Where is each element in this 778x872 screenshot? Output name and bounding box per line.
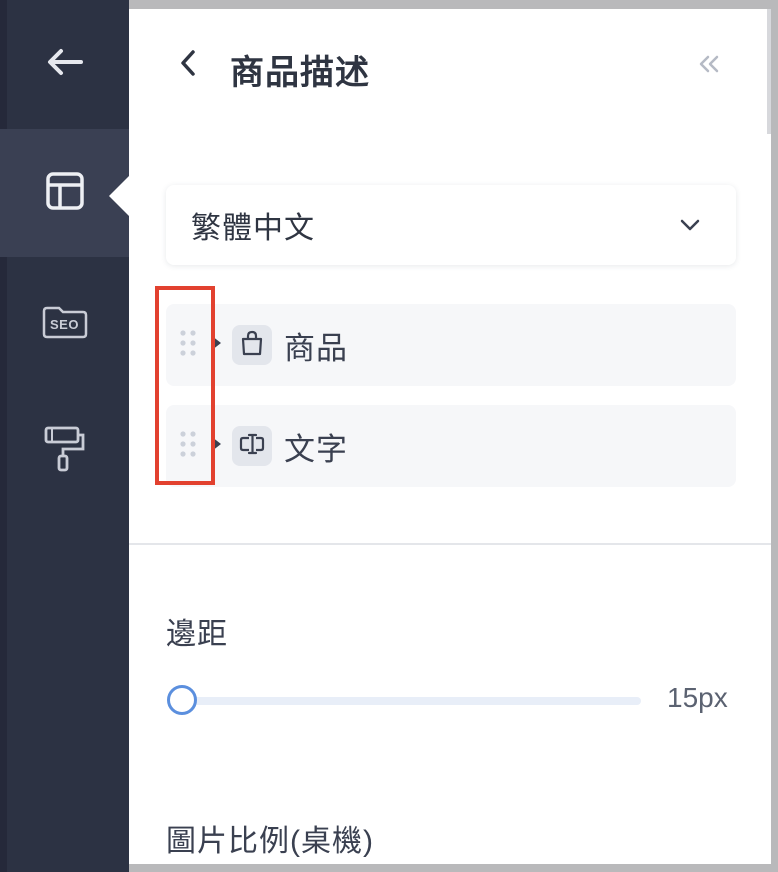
- shopping-bag-icon: [240, 330, 264, 361]
- block-label: 文字: [284, 431, 348, 467]
- margin-slider-track[interactable]: [169, 697, 641, 705]
- text-field-icon: [239, 433, 265, 460]
- seo-label: SEO: [50, 317, 79, 332]
- paint-roller-icon: [43, 424, 87, 479]
- settings-panel: 商品描述 繁體中文 商品 文字 邊距 15px 圖片比例(桌機): [129, 9, 771, 864]
- block-row-text[interactable]: 文字: [166, 405, 736, 487]
- collapse-panel-button[interactable]: [694, 51, 724, 81]
- panel-back-button[interactable]: [173, 49, 203, 81]
- block-icon: [232, 426, 272, 466]
- chevron-down-icon: [680, 219, 700, 231]
- page-title: 商品描述: [230, 54, 370, 92]
- expand-caret[interactable]: [210, 436, 230, 457]
- language-select[interactable]: 繁體中文: [166, 185, 736, 265]
- sidebar-item-seo[interactable]: SEO: [0, 258, 129, 386]
- margin-value: 15px: [667, 682, 728, 713]
- block-row-product[interactable]: 商品: [166, 304, 736, 386]
- chevron-left-icon: [179, 49, 197, 82]
- section-divider: [129, 543, 771, 545]
- margin-label: 邊距: [166, 618, 228, 651]
- arrow-left-icon: [45, 47, 85, 82]
- block-icon: [232, 325, 272, 365]
- margin-slider-thumb[interactable]: [167, 685, 197, 715]
- window-frame-right: [771, 0, 778, 872]
- image-ratio-label: 圖片比例(桌機): [166, 825, 374, 858]
- sidebar: SEO: [0, 0, 129, 872]
- drag-dots-icon: [180, 430, 196, 462]
- drag-dots-icon: [180, 329, 196, 361]
- block-label: 商品: [284, 330, 348, 366]
- drag-handle[interactable]: [166, 405, 210, 487]
- back-button[interactable]: [0, 0, 129, 128]
- layout-icon: [45, 171, 84, 215]
- double-chevron-left-icon: [698, 54, 720, 79]
- seo-folder-icon: SEO: [42, 305, 88, 339]
- caret-right-icon: [210, 436, 222, 457]
- caret-right-icon: [210, 335, 222, 356]
- drag-handle[interactable]: [166, 304, 210, 386]
- active-nav-pointer: [109, 176, 129, 216]
- panel-scrollbar[interactable]: [767, 9, 771, 134]
- language-select-value: 繁體中文: [191, 212, 315, 245]
- expand-caret[interactable]: [210, 335, 230, 356]
- sidebar-item-theme[interactable]: [0, 387, 129, 515]
